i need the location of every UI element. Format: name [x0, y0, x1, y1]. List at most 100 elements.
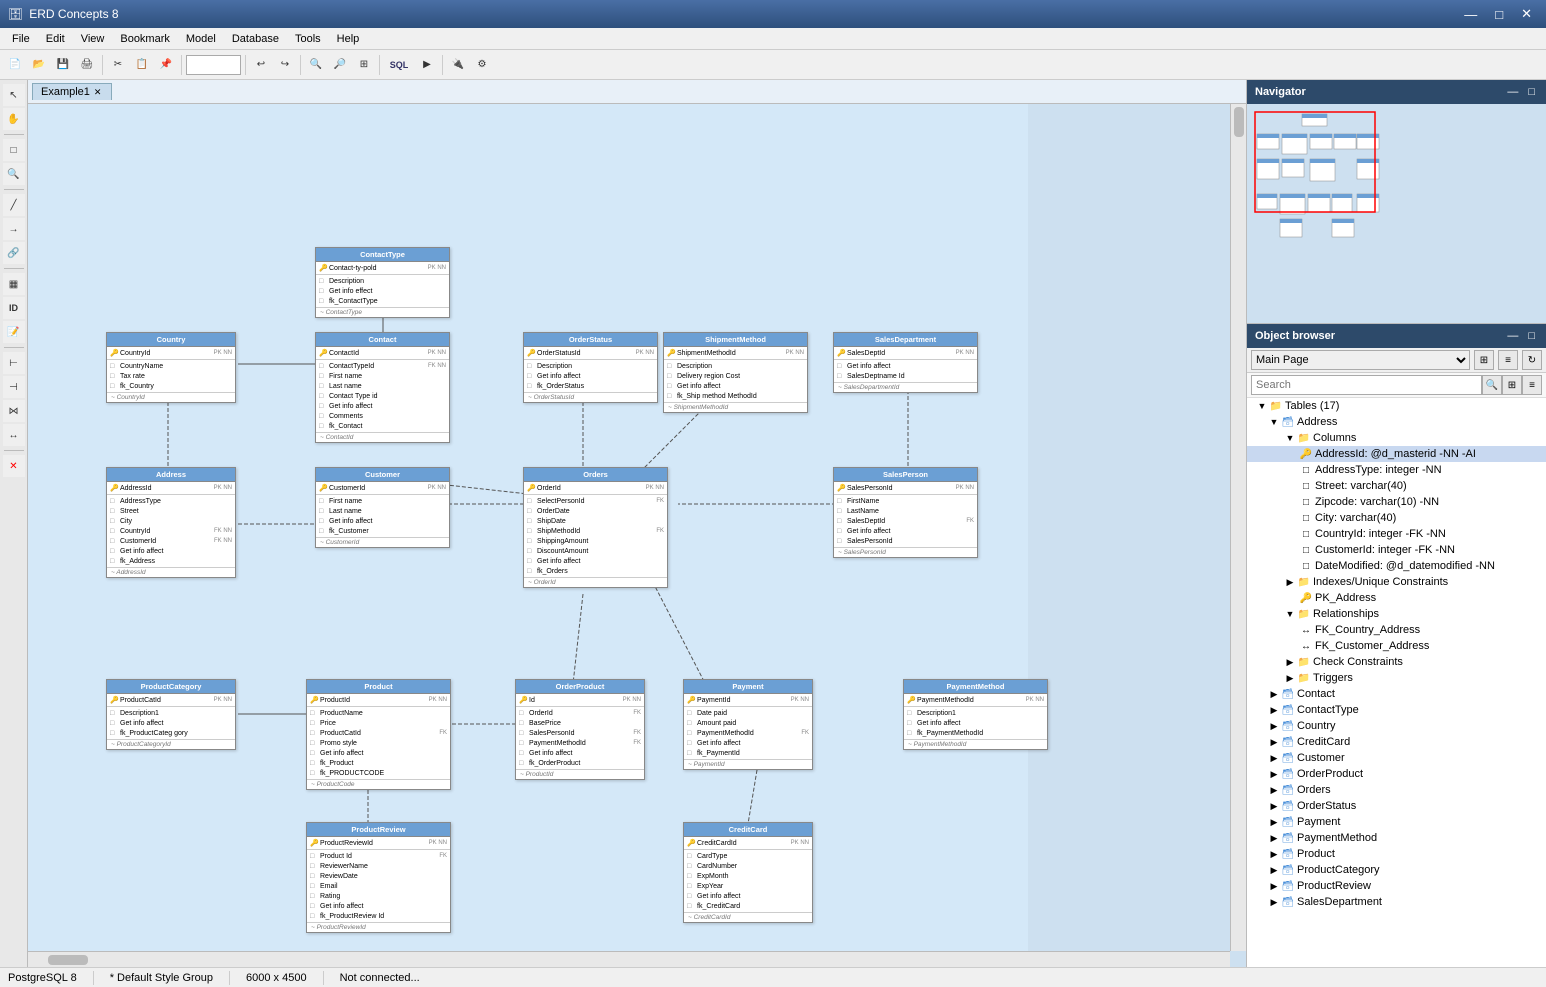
checks-toggle[interactable]: ▶ — [1283, 655, 1297, 669]
creditcard-toggle[interactable]: ▶ — [1267, 735, 1281, 749]
tree-columns-address[interactable]: ▼ 📁 Columns — [1247, 430, 1546, 446]
tool-search[interactable]: 🔍 — [3, 163, 25, 185]
paymentmethod-toggle[interactable]: ▶ — [1267, 831, 1281, 845]
tree-orderstatus[interactable]: ▶ 🗃 OrderStatus — [1247, 798, 1546, 814]
tree-orders[interactable]: ▶ 🗃 Orders — [1247, 782, 1546, 798]
h-scrollbar[interactable] — [28, 951, 1230, 967]
orderproduct-toggle[interactable]: ▶ — [1267, 767, 1281, 781]
erd-table-productreview[interactable]: ProductReview 🔑ProductReviewIdPK NN □Pro… — [306, 822, 451, 933]
erd-table-country[interactable]: Country 🔑CountryIdPK NN □CountryName □Ta… — [106, 332, 236, 403]
product-toggle[interactable]: ▶ — [1267, 847, 1281, 861]
menu-file[interactable]: File — [4, 31, 38, 47]
v-scrollbar-thumb[interactable] — [1234, 107, 1244, 137]
ob-icon-btn-1[interactable]: ⊞ — [1474, 350, 1494, 370]
ob-icon-btn-2[interactable]: ≡ — [1498, 350, 1518, 370]
erd-table-paymentmethod[interactable]: PaymentMethod 🔑PaymentMethodIdPK NN □Des… — [903, 679, 1048, 750]
tool-table[interactable]: ▦ — [3, 273, 25, 295]
tree-checks-address[interactable]: ▶ 📁 Check Constraints — [1247, 654, 1546, 670]
erd-table-shipmentmethod[interactable]: ShipmentMethod 🔑ShipmentMethodIdPK NN □D… — [663, 332, 808, 413]
payment-toggle[interactable]: ▶ — [1267, 815, 1281, 829]
menu-edit[interactable]: Edit — [38, 31, 73, 47]
customer-toggle[interactable]: ▶ — [1267, 751, 1281, 765]
menu-view[interactable]: View — [73, 31, 113, 47]
tool-er1[interactable]: ⊢ — [3, 352, 25, 374]
ob-grid-btn[interactable]: ⊞ — [1502, 375, 1522, 395]
tree-col-addresstype[interactable]: □ AddressType: integer -NN — [1247, 462, 1546, 478]
tool-rect[interactable]: □ — [3, 139, 25, 161]
tool-link[interactable]: 🔗 — [3, 242, 25, 264]
tree-col-customerid[interactable]: □ CustomerId: integer -FK -NN — [1247, 542, 1546, 558]
h-scrollbar-thumb[interactable] — [48, 955, 88, 965]
tb-paste[interactable]: 📌 — [155, 54, 177, 76]
tool-arrow[interactable]: → — [3, 218, 25, 240]
tree-paymentmethod[interactable]: ▶ 🗃 PaymentMethod — [1247, 830, 1546, 846]
tree-col-zipcode[interactable]: □ Zipcode: varchar(10) -NN — [1247, 494, 1546, 510]
maximize-button[interactable]: □ — [1489, 4, 1509, 24]
orderstatus-toggle[interactable]: ▶ — [1267, 799, 1281, 813]
tree-payment[interactable]: ▶ 🗃 Payment — [1247, 814, 1546, 830]
tb-undo[interactable]: ↩ — [250, 54, 272, 76]
tool-id[interactable]: ID — [3, 297, 25, 319]
tool-line[interactable]: ╱ — [3, 194, 25, 216]
tree-orderproduct[interactable]: ▶ 🗃 OrderProduct — [1247, 766, 1546, 782]
tree-productcategory[interactable]: ▶ 🗃 ProductCategory — [1247, 862, 1546, 878]
v-scrollbar[interactable] — [1230, 104, 1246, 951]
tb-redo[interactable]: ↪ — [274, 54, 296, 76]
erd-table-creditcard[interactable]: CreditCard 🔑CreditCardIdPK NN □CardType … — [683, 822, 813, 923]
contacttype-toggle[interactable]: ▶ — [1267, 703, 1281, 717]
columns-toggle[interactable]: ▼ — [1283, 431, 1297, 445]
erd-table-address[interactable]: Address 🔑AddressIdPK NN □AddressType □St… — [106, 467, 236, 578]
tree-customer[interactable]: ▶ 🗃 Customer — [1247, 750, 1546, 766]
tree-salesdepartment[interactable]: ▶ 🗃 SalesDepartment — [1247, 894, 1546, 910]
canvas-scroll[interactable]: ContactType 🔑Contact-ty-poldPK NN □Descr… — [28, 104, 1246, 967]
minimize-button[interactable]: — — [1458, 4, 1483, 24]
tb-connect[interactable]: 🔌 — [447, 54, 469, 76]
menu-help[interactable]: Help — [329, 31, 368, 47]
doc-tab-close[interactable]: ✕ — [94, 87, 102, 98]
rel-toggle[interactable]: ▼ — [1283, 607, 1297, 621]
tree-creditcard[interactable]: ▶ 🗃 CreditCard — [1247, 734, 1546, 750]
tree-relationships-address[interactable]: ▼ 📁 Relationships — [1247, 606, 1546, 622]
tb-zoom-out[interactable]: 🔎 — [329, 54, 351, 76]
tree-product[interactable]: ▶ 🗃 Product — [1247, 846, 1546, 862]
tool-hand[interactable]: ✋ — [3, 108, 25, 130]
erd-table-productcategory[interactable]: ProductCategory 🔑ProductCatIdPK NN □Desc… — [106, 679, 236, 750]
ob-restore[interactable]: □ — [1525, 329, 1538, 343]
tool-er2[interactable]: ⊣ — [3, 376, 25, 398]
search-button[interactable]: 🔍 — [1482, 375, 1502, 395]
tree-triggers-address[interactable]: ▶ 📁 Triggers — [1247, 670, 1546, 686]
tb-copy[interactable]: 📋 — [131, 54, 153, 76]
erd-table-product[interactable]: Product 🔑ProductIdPK NN □ProductName □Pr… — [306, 679, 451, 790]
erd-table-contact[interactable]: Contact 🔑ContactIdPK NN □ContactTypeIdFK… — [315, 332, 450, 443]
productreview-toggle[interactable]: ▶ — [1267, 879, 1281, 893]
tb-new[interactable]: 📄 — [4, 54, 26, 76]
tb-cut[interactable]: ✂ — [107, 54, 129, 76]
orders-toggle[interactable]: ▶ — [1267, 783, 1281, 797]
doc-tab-example1[interactable]: Example1 ✕ — [32, 83, 112, 100]
tree-rel-country[interactable]: ↔ FK_Country_Address — [1247, 622, 1546, 638]
tree-col-city[interactable]: □ City: varchar(40) — [1247, 510, 1546, 526]
erd-table-salesdepartment[interactable]: SalesDepartment 🔑SalesDeptIdPK NN □Get i… — [833, 332, 978, 393]
tool-delete[interactable]: ✕ — [3, 455, 25, 477]
erd-table-salesperson[interactable]: SalesPerson 🔑SalesPersonIdPK NN □FirstNa… — [833, 467, 978, 558]
tree-contact[interactable]: ▶ 🗃 Contact — [1247, 686, 1546, 702]
tree-col-datemodified[interactable]: □ DateModified: @d_datemodified -NN — [1247, 558, 1546, 574]
ob-minimize[interactable]: — — [1504, 329, 1521, 343]
country-toggle[interactable]: ▶ — [1267, 719, 1281, 733]
erd-table-payment[interactable]: Payment 🔑PaymentIdPK NN □Date paid □Amou… — [683, 679, 813, 770]
tree-tables-root[interactable]: ▼ 📁 Tables (17) — [1247, 398, 1546, 414]
ob-list-btn[interactable]: ≡ — [1522, 375, 1542, 395]
address-toggle[interactable]: ▼ — [1267, 415, 1281, 429]
menu-database[interactable]: Database — [224, 31, 287, 47]
menu-tools[interactable]: Tools — [287, 31, 329, 47]
tb-settings[interactable]: ⚙ — [471, 54, 493, 76]
erd-table-orders[interactable]: Orders 🔑OrderIdPK NN □SelectPersonIdFK □… — [523, 467, 668, 588]
tree-productreview[interactable]: ▶ 🗃 ProductReview — [1247, 878, 1546, 894]
zoom-input[interactable]: 40% — [186, 55, 241, 75]
productcategory-toggle[interactable]: ▶ — [1267, 863, 1281, 877]
canvas-area[interactable]: ContactType 🔑Contact-ty-poldPK NN □Descr… — [28, 104, 1246, 967]
tree-col-countryid[interactable]: □ CountryId: integer -FK -NN — [1247, 526, 1546, 542]
tree-rel-customer[interactable]: ↔ FK_Customer_Address — [1247, 638, 1546, 654]
erd-table-orderproduct[interactable]: OrderProduct 🔑IdPK NN □OrderIdFK □BasePr… — [515, 679, 645, 780]
menu-model[interactable]: Model — [178, 31, 224, 47]
